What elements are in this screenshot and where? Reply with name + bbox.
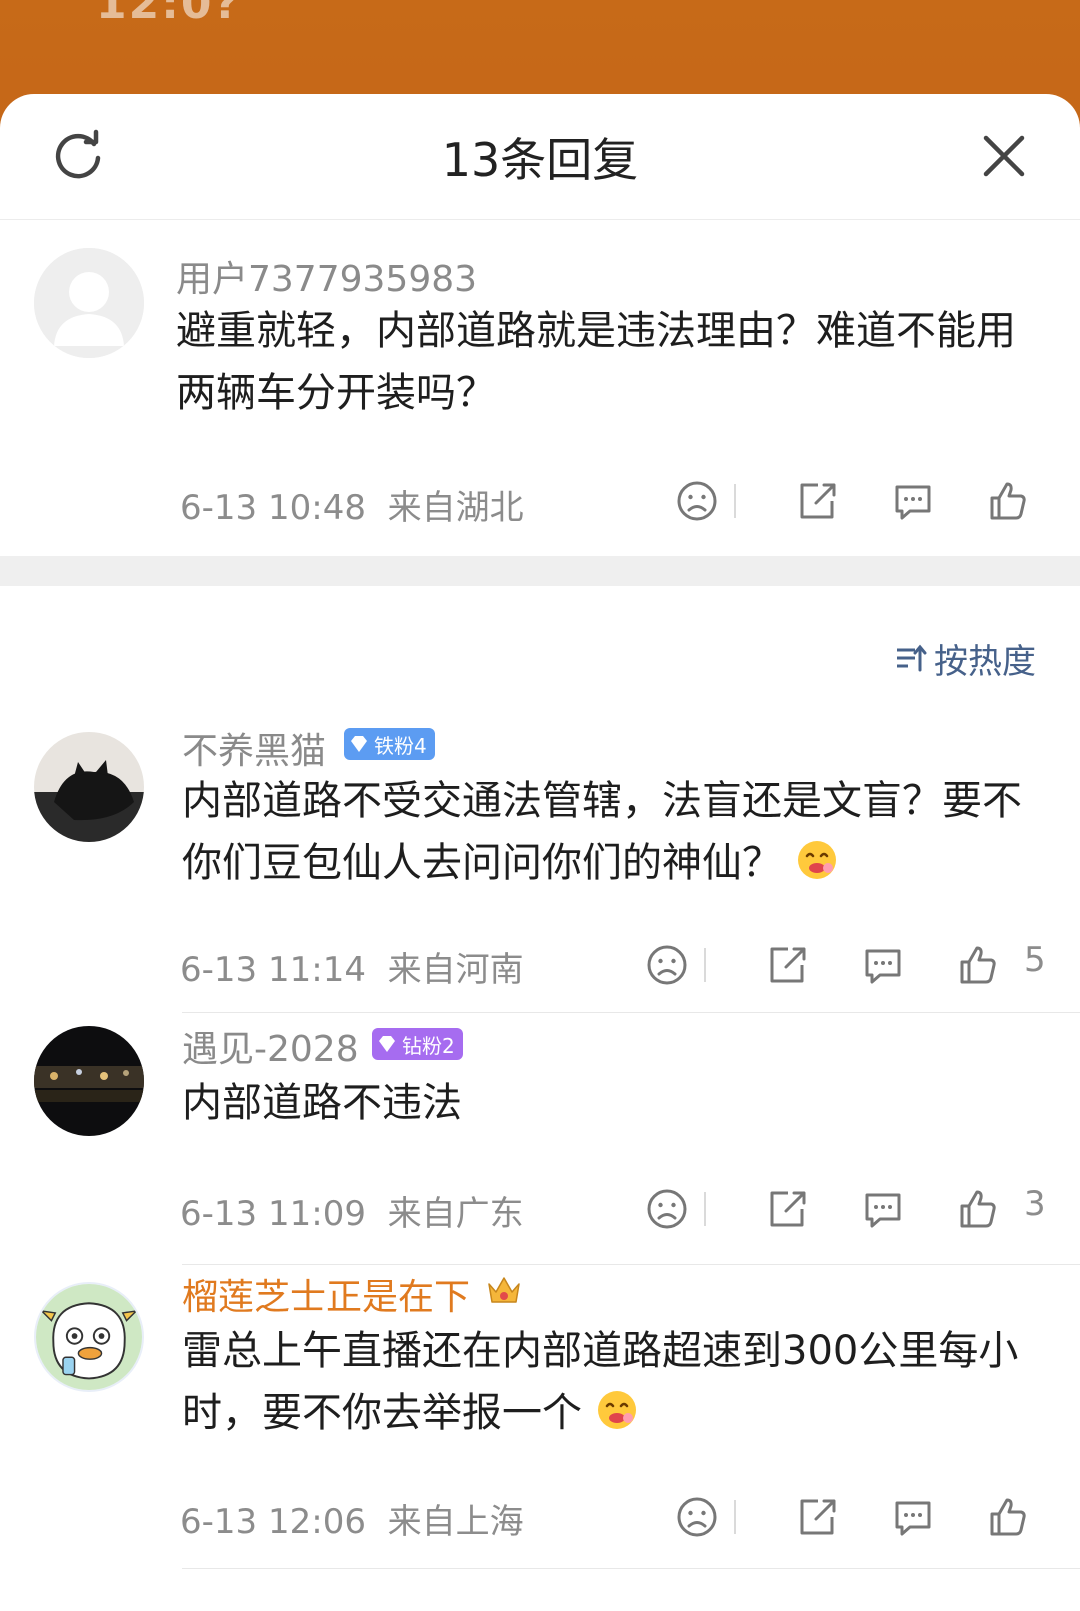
close-button[interactable] xyxy=(976,128,1032,184)
reply-time: 6-13 12:06 xyxy=(180,1502,366,1542)
share-button[interactable] xyxy=(764,942,810,988)
dislike-button[interactable] xyxy=(644,1186,690,1232)
list-item: 不养黑猫 铁粉4 内部道路不受交通法管辖，法盲还是文盲？要不你们豆包仙人去问问你… xyxy=(0,720,1080,1020)
comment-icon xyxy=(865,949,901,984)
sad-face-icon xyxy=(647,1189,687,1229)
like-count: 5 xyxy=(1024,940,1046,980)
status-bar: 12:0? xyxy=(0,0,1080,96)
reply-button[interactable] xyxy=(890,1494,936,1540)
sort-icon xyxy=(897,644,927,671)
action-divider xyxy=(704,1192,706,1226)
reply-meta: 6-13 11:14 来自河南 xyxy=(180,942,524,991)
section-gap xyxy=(0,556,1080,586)
reply-text-content: 内部道路不受交通法管辖，法盲还是文盲？要不你们豆包仙人去问问你们的神仙？ xyxy=(182,778,1022,886)
like-count: 3 xyxy=(1024,1184,1046,1224)
action-divider xyxy=(704,948,706,982)
thumbs-up-icon xyxy=(990,1498,1026,1536)
comment-actions xyxy=(650,478,1050,526)
sad-face-icon xyxy=(677,481,717,521)
reply-actions xyxy=(650,1494,1050,1542)
replies-sheet: 13条回复 用户7377935983 避重就轻，内部道路就是违法理由？难道不能用… xyxy=(0,94,1080,1611)
reply-username[interactable]: 不养黑猫 xyxy=(182,722,326,774)
divider xyxy=(182,1264,1080,1265)
list-item: 榴莲芝士正是在下 雷总上午直播还在内部道路超速到300公里每小时，要不你去举报一… xyxy=(0,1270,1080,1570)
list-item: 遇见-2028 钻粉2 内部道路不违法 6-13 11:09 来自广东 3 xyxy=(0,1024,1080,1268)
action-divider xyxy=(734,484,736,518)
comment-icon xyxy=(895,485,931,520)
dislike-button[interactable] xyxy=(674,478,720,524)
root-comment: 用户7377935983 避重就轻，内部道路就是违法理由？难道不能用两辆车分开装… xyxy=(0,220,1080,556)
thumbs-up-icon xyxy=(960,946,996,984)
comment-username[interactable]: 用户7377935983 xyxy=(176,250,477,302)
sort-by-heat-button[interactable]: 按热度 xyxy=(894,634,1036,683)
like-button[interactable] xyxy=(954,1186,1000,1232)
like-button[interactable] xyxy=(954,942,1000,988)
reply-actions: 5 xyxy=(620,940,1060,990)
badge-label: 钻粉2 xyxy=(402,1033,455,1058)
sad-face-icon xyxy=(677,1497,717,1537)
sort-label: 按热度 xyxy=(934,642,1036,682)
reply-actions: 3 xyxy=(620,1184,1060,1234)
action-divider xyxy=(734,1500,736,1534)
share-icon xyxy=(770,947,806,983)
fan-badge: 铁粉4 xyxy=(344,728,435,760)
reply-button[interactable] xyxy=(890,478,936,524)
share-icon xyxy=(770,1191,806,1227)
fan-badge: 钻粉2 xyxy=(372,1028,463,1060)
reply-text: 内部道路不受交通法管辖，法盲还是文盲？要不你们豆包仙人去问问你们的神仙？ xyxy=(182,770,1042,894)
comment-text: 避重就轻，内部道路就是违法理由？难道不能用两辆车分开装吗？ xyxy=(176,308,1016,416)
default-avatar-icon xyxy=(34,248,144,358)
reply-location: 来自河南 xyxy=(387,950,524,990)
avatar[interactable] xyxy=(34,248,144,358)
reply-time: 6-13 11:14 xyxy=(180,950,366,990)
sheet-title: 13条回复 xyxy=(441,133,639,187)
dislike-button[interactable] xyxy=(674,1494,720,1540)
share-icon xyxy=(800,1499,836,1535)
sheet-header: 13条回复 xyxy=(0,94,1080,220)
thumbs-up-icon xyxy=(960,1190,996,1228)
reply-location: 来自上海 xyxy=(387,1502,524,1542)
share-button[interactable] xyxy=(764,1186,810,1232)
crown-icon xyxy=(488,1277,520,1303)
cartoon-avatar-icon xyxy=(36,1284,142,1390)
diamond-icon xyxy=(351,736,367,752)
reply-meta: 6-13 11:09 来自广东 xyxy=(180,1186,524,1235)
share-icon xyxy=(800,483,836,519)
reply-button[interactable] xyxy=(860,942,906,988)
dislike-button[interactable] xyxy=(644,942,690,988)
thumbs-up-icon xyxy=(990,482,1026,520)
reply-time: 6-13 11:09 xyxy=(180,1194,366,1234)
comment-icon xyxy=(865,1193,901,1228)
reply-text: 内部道路不违法 xyxy=(182,1080,462,1126)
close-icon xyxy=(983,135,1025,177)
avatar[interactable] xyxy=(34,1026,144,1136)
like-button[interactable] xyxy=(984,1494,1030,1540)
cat-avatar-icon xyxy=(34,732,144,842)
share-button[interactable] xyxy=(794,478,840,524)
badge-label: 铁粉4 xyxy=(374,733,427,758)
comment-time: 6-13 10:48 xyxy=(180,488,366,528)
drooling-emoji-icon xyxy=(797,841,836,879)
avatar[interactable] xyxy=(34,732,144,842)
like-button[interactable] xyxy=(984,478,1030,524)
drooling-emoji-icon xyxy=(597,1391,636,1429)
divider xyxy=(182,1568,1080,1569)
sad-face-icon xyxy=(647,945,687,985)
reply-username[interactable]: 遇见-2028 xyxy=(182,1020,359,1072)
diamond-icon xyxy=(379,1036,395,1052)
status-time: 12:0? xyxy=(96,0,241,29)
reply-username-highlight[interactable]: 榴莲芝士正是在下 xyxy=(182,1268,470,1320)
divider xyxy=(182,1012,1080,1013)
comment-meta: 6-13 10:48 来自湖北 xyxy=(180,480,524,529)
reply-text: 雷总上午直播还在内部道路超速到300公里每小时，要不你去举报一个 xyxy=(182,1320,1042,1444)
comment-location: 来自湖北 xyxy=(387,488,524,528)
reply-meta: 6-13 12:06 来自上海 xyxy=(180,1494,524,1543)
reply-button[interactable] xyxy=(860,1186,906,1232)
share-button[interactable] xyxy=(794,1494,840,1540)
night-scene-avatar-icon xyxy=(34,1026,144,1136)
comment-icon xyxy=(895,1501,931,1536)
avatar[interactable] xyxy=(34,1282,144,1392)
reply-location: 来自广东 xyxy=(387,1194,524,1234)
